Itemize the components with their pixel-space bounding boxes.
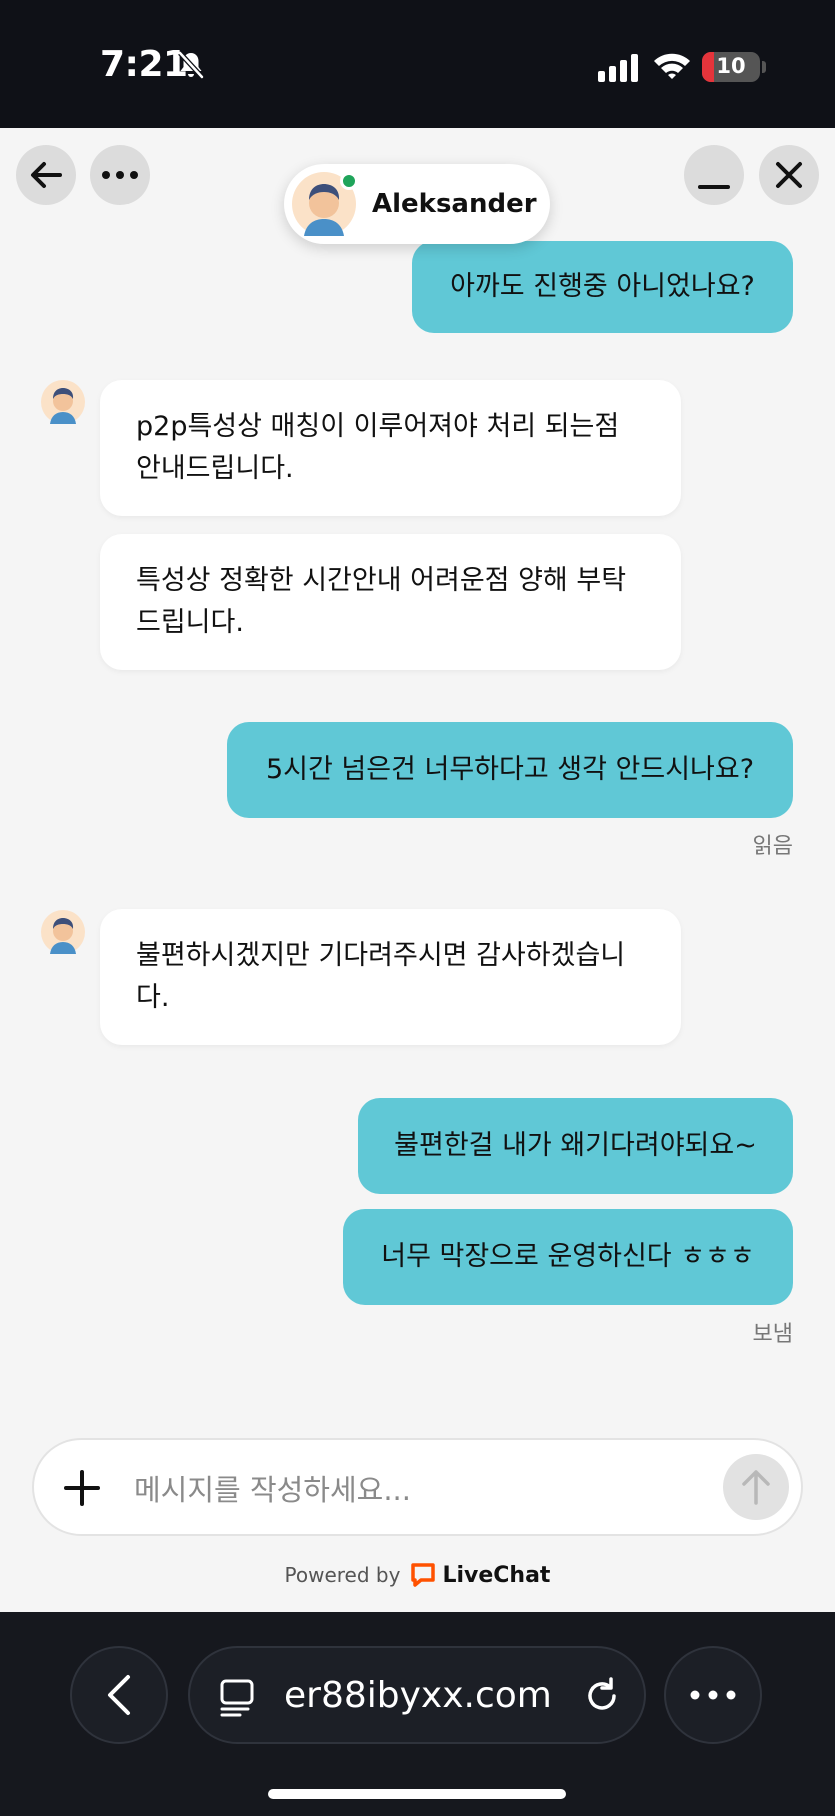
- cellular-signal-icon: [598, 52, 638, 82]
- sent-receipt: 보냄: [752, 1322, 793, 1347]
- close-button[interactable]: [759, 145, 819, 205]
- livechat-brand-name: LiveChat: [442, 1562, 551, 1588]
- powered-by: Powered by LiveChat: [0, 1562, 835, 1588]
- agent-message: 특성상 정확한 시간안내 어려운점 양해 부탁드립니다.: [100, 534, 681, 670]
- close-icon: [776, 162, 802, 188]
- agent-avatar: [41, 910, 85, 954]
- status-bar: 7:21 10: [0, 0, 835, 128]
- user-message: 너무 막장으로 운영하신다 ㅎㅎㅎ: [343, 1209, 793, 1305]
- ellipsis-icon: [102, 171, 138, 179]
- more-options-button[interactable]: [90, 145, 150, 205]
- tab-overview-icon[interactable]: [218, 1677, 258, 1717]
- message-text: p2p특성상 매칭이 이루어져야 처리 되는점 안내드립니다.: [136, 411, 620, 484]
- user-message: 불편한걸 내가 왜기다려야되요~: [358, 1098, 793, 1194]
- arrow-up-icon: [742, 1470, 770, 1505]
- livechat-brand[interactable]: LiveChat: [410, 1562, 550, 1588]
- agent-message: 불편하시겠지만 기다려주시면 감사하겠습니다.: [100, 909, 681, 1045]
- send-button[interactable]: [723, 1454, 789, 1520]
- message-text: 특성상 정확한 시간안내 어려운점 양해 부탁드립니다.: [136, 565, 627, 638]
- message-text: 불편하시겠지만 기다려주시면 감사하겠습니다.: [136, 940, 626, 1013]
- battery-icon: 10: [702, 52, 760, 82]
- url-text: er88ibyxx.com: [284, 1675, 552, 1716]
- user-message: 아까도 진행중 아니었나요?: [412, 241, 793, 333]
- plus-icon[interactable]: [58, 1464, 106, 1512]
- agent-header[interactable]: Aleksander: [284, 164, 550, 244]
- message-input[interactable]: 메시지를 작성하세요...: [134, 1467, 411, 1509]
- message-text: 너무 막장으로 운영하신다 ㅎㅎㅎ: [381, 1241, 755, 1272]
- minimize-button[interactable]: [684, 145, 744, 205]
- battery-percent: 10: [716, 54, 746, 78]
- status-time: 7:21: [100, 44, 188, 85]
- user-message: 5시간 넘은건 너무하다고 생각 안드시나요?: [227, 722, 793, 818]
- browser-toolbar: er88ibyxx.com: [0, 1612, 835, 1816]
- bell-muted-icon: [178, 51, 204, 79]
- address-bar[interactable]: er88ibyxx.com: [188, 1646, 646, 1744]
- back-button[interactable]: [16, 145, 76, 205]
- ellipsis-icon: [690, 1690, 736, 1700]
- browser-menu-button[interactable]: [664, 1646, 762, 1744]
- message-text: 불편한걸 내가 왜기다려야되요~: [394, 1130, 757, 1161]
- chevron-left-icon: [108, 1675, 130, 1715]
- reload-icon[interactable]: [582, 1676, 622, 1716]
- chat-window: 아까도 진행중 아니었나요? p2p특성상 매칭이 이루어져야 처리 되는점 안…: [0, 128, 835, 1612]
- home-indicator: [268, 1789, 566, 1799]
- message-text: 아까도 진행중 아니었나요?: [450, 271, 755, 302]
- livechat-logo-icon: [411, 1563, 436, 1587]
- message-composer: 메시지를 작성하세요...: [32, 1438, 803, 1536]
- agent-message: p2p특성상 매칭이 이루어져야 처리 되는점 안내드립니다.: [100, 380, 681, 516]
- agent-avatar: [292, 172, 358, 236]
- arrow-left-icon: [31, 162, 62, 188]
- agent-name: Aleksander: [372, 189, 537, 219]
- message-text: 5시간 넘은건 너무하다고 생각 안드시나요?: [265, 754, 755, 785]
- battery-tip: [762, 61, 766, 73]
- read-receipt: 읽음: [752, 834, 793, 859]
- agent-avatar: [41, 380, 85, 424]
- wifi-icon: [654, 53, 690, 79]
- minimize-icon: [698, 185, 730, 189]
- online-status-dot: [340, 172, 358, 190]
- browser-back-button[interactable]: [70, 1646, 168, 1744]
- powered-by-text: Powered by: [284, 1563, 401, 1587]
